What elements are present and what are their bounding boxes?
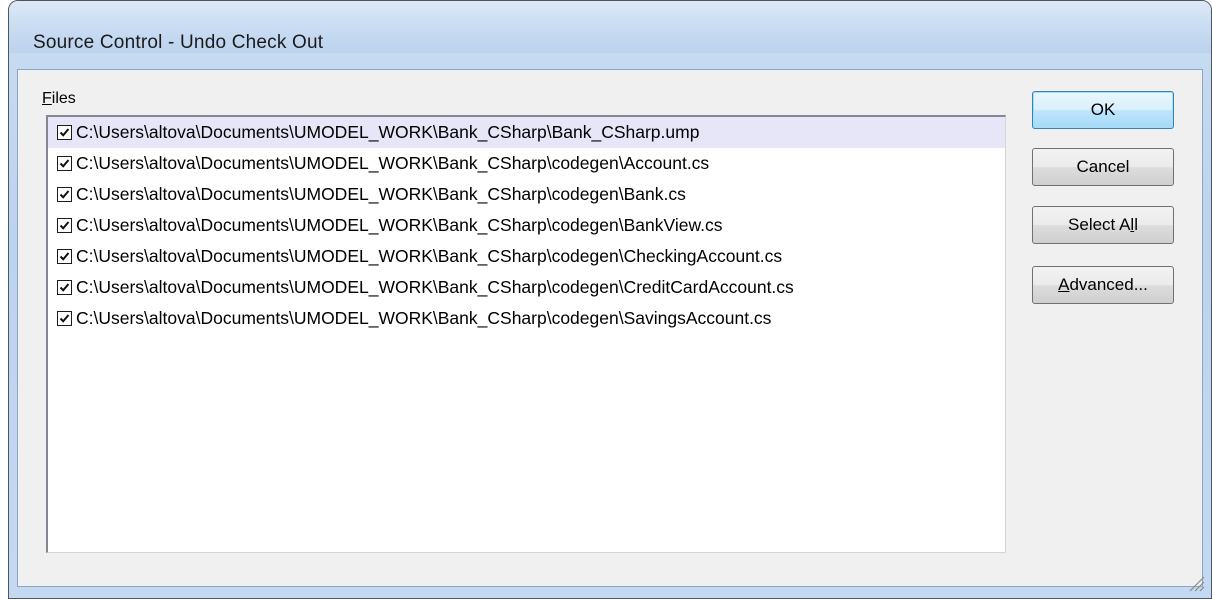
- advanced-accelerator: A: [1058, 275, 1070, 294]
- checkmark-icon: [59, 283, 70, 292]
- file-path: C:\Users\altova\Documents\UMODEL_WORK\Ba…: [76, 153, 710, 173]
- file-path: C:\Users\altova\Documents\UMODEL_WORK\Ba…: [76, 184, 686, 204]
- file-checkbox[interactable]: [57, 218, 72, 233]
- dialog-client-area: Files C:\Users\altova\Documents\UMODEL_W…: [17, 69, 1203, 587]
- file-path: C:\Users\altova\Documents\UMODEL_WORK\Ba…: [76, 246, 783, 266]
- dialog-title: Source Control - Undo Check Out: [33, 32, 324, 53]
- file-list-item[interactable]: C:\Users\altova\Documents\UMODEL_WORK\Ba…: [48, 148, 1005, 179]
- checkmark-icon: [59, 252, 70, 261]
- advanced-button[interactable]: Advanced...: [1032, 266, 1174, 304]
- cancel-button[interactable]: Cancel: [1032, 148, 1174, 186]
- title-bar[interactable]: Source Control - Undo Check Out: [9, 1, 1211, 53]
- file-checkbox[interactable]: [57, 125, 72, 140]
- dialog-window: Source Control - Undo Check Out Files C:…: [8, 0, 1212, 599]
- file-list-item[interactable]: C:\Users\altova\Documents\UMODEL_WORK\Ba…: [48, 303, 1005, 334]
- ok-button-label: OK: [1090, 100, 1116, 119]
- file-list-item[interactable]: C:\Users\altova\Documents\UMODEL_WORK\Ba…: [48, 241, 1005, 272]
- select-all-button[interactable]: Select All: [1032, 206, 1174, 244]
- file-path: C:\Users\altova\Documents\UMODEL_WORK\Ba…: [76, 277, 794, 297]
- file-list-item[interactable]: C:\Users\altova\Documents\UMODEL_WORK\Ba…: [48, 179, 1005, 210]
- file-list-item[interactable]: C:\Users\altova\Documents\UMODEL_WORK\Ba…: [48, 210, 1005, 241]
- ok-button[interactable]: OK: [1032, 91, 1174, 129]
- cancel-button-label: Cancel: [1076, 157, 1130, 176]
- select-all-text: Select A: [1068, 215, 1131, 234]
- files-label: Files: [42, 90, 76, 108]
- checkmark-icon: [59, 128, 70, 137]
- file-checkbox[interactable]: [57, 280, 72, 295]
- file-checkbox[interactable]: [57, 187, 72, 202]
- checkmark-icon: [59, 314, 70, 323]
- file-checkbox[interactable]: [57, 156, 72, 171]
- file-list-item[interactable]: C:\Users\altova\Documents\UMODEL_WORK\Ba…: [48, 117, 1005, 148]
- file-path: C:\Users\altova\Documents\UMODEL_WORK\Ba…: [76, 308, 772, 328]
- file-checkbox[interactable]: [57, 311, 72, 326]
- advanced-text: dvanced...: [1069, 275, 1148, 294]
- checkmark-icon: [59, 159, 70, 168]
- select-all-button-label: Select All: [1068, 215, 1138, 235]
- advanced-button-label: Advanced...: [1058, 275, 1148, 295]
- file-path: C:\Users\altova\Documents\UMODEL_WORK\Ba…: [76, 122, 700, 142]
- resize-grip-icon[interactable]: [1187, 574, 1205, 592]
- files-label-text: iles: [51, 90, 76, 107]
- checkmark-icon: [59, 190, 70, 199]
- file-path: C:\Users\altova\Documents\UMODEL_WORK\Ba…: [76, 215, 723, 235]
- file-list-item[interactable]: C:\Users\altova\Documents\UMODEL_WORK\Ba…: [48, 272, 1005, 303]
- checkmark-icon: [59, 221, 70, 230]
- file-checkbox[interactable]: [57, 249, 72, 264]
- files-listbox[interactable]: C:\Users\altova\Documents\UMODEL_WORK\Ba…: [46, 115, 1006, 553]
- files-label-accelerator: F: [42, 90, 52, 107]
- select-all-text-end: l: [1134, 215, 1138, 234]
